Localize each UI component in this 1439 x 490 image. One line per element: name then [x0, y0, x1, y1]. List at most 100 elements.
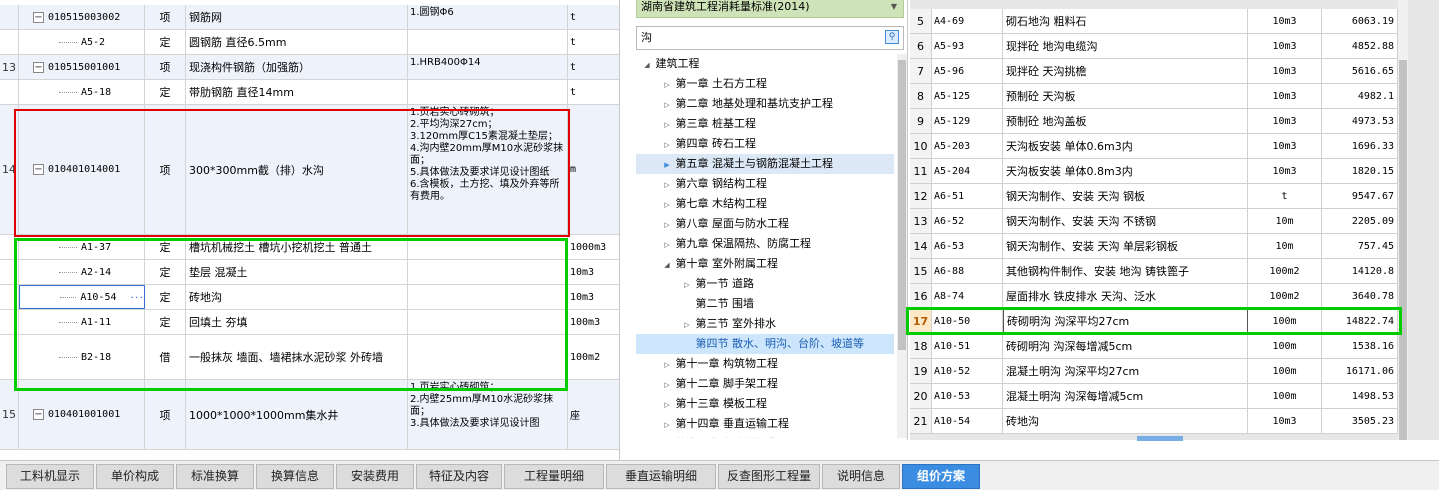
tree-node[interactable]: ▷ 第二章 地基处理和基坑支护工程	[636, 94, 894, 114]
quota-subitem-row[interactable]: A5-18 定带肋钢筋 直径14mm t	[0, 80, 619, 105]
unit-cell[interactable]: t	[568, 55, 619, 79]
tab-3[interactable]: 换算信息	[256, 464, 334, 489]
collapsed-arrow-icon[interactable]: ▷	[662, 355, 672, 375]
quota-row[interactable]: 20 A10-53 混凝土明沟 沟深每增减5cm 100m 1498.53	[910, 384, 1398, 409]
quota-row[interactable]: 12 A6-51 钢天沟制作、安装 天沟 钢板 t 9547.67	[910, 184, 1398, 209]
feature-cell[interactable]: 1.HRB400Φ14	[408, 55, 568, 79]
tree-node[interactable]: ▷ 第十四章 垂直运输工程	[636, 414, 894, 434]
collapsed-arrow-icon[interactable]: ▷	[662, 135, 672, 155]
table-scrollbar[interactable]	[1398, 0, 1408, 440]
quota-row[interactable]: 19 A10-52 混凝土明沟 沟深平均27cm 100m 16171.06	[910, 359, 1398, 384]
tree-node[interactable]: ▷ 第八章 屋面与防水工程	[636, 214, 894, 234]
collapse-icon[interactable]: −	[33, 409, 44, 420]
quota-row[interactable]: 21 A10-54 砖地沟 10m3 3505.23	[910, 409, 1398, 434]
tree-node[interactable]: ▷ 第九章 保温隔热、防腐工程	[636, 234, 894, 254]
collapsed-arrow-icon[interactable]: ▷	[682, 315, 692, 335]
collapse-icon[interactable]: −	[33, 11, 44, 23]
tree-node[interactable]: ▷ 第四章 砖石工程	[636, 134, 894, 154]
tab-8[interactable]: 反查图形工程量	[718, 464, 820, 489]
tab-1[interactable]: 单价构成	[96, 464, 174, 489]
tree-node[interactable]: ◢ 建筑工程	[636, 54, 894, 74]
tree-node[interactable]: 第四节 散水、明沟、台阶、坡道等	[636, 334, 894, 354]
collapsed-arrow-icon[interactable]: ▷	[662, 195, 672, 215]
bill-item-row[interactable]: 13−010515001001 项现浇构件钢筋（加强筋） 1.HRB400Φ14 t	[0, 55, 619, 80]
collapsed-arrow-icon[interactable]: ▷	[662, 435, 672, 438]
collapsed-arrow-icon[interactable]: ▷	[662, 75, 672, 95]
tree-node[interactable]: ▷ 第十一章 构筑物工程	[636, 354, 894, 374]
tab-4[interactable]: 安装费用	[336, 464, 414, 489]
tab-9[interactable]: 说明信息	[822, 464, 900, 489]
unit-cell[interactable]: m	[568, 105, 619, 234]
quota-row[interactable]: 13 A6-52 钢天沟制作、安装 天沟 不锈钢 10m 2205.09	[910, 209, 1398, 234]
unit-cell[interactable]: 100m3	[568, 310, 619, 334]
unit-cell[interactable]: 100m2	[568, 335, 619, 379]
name-cell[interactable]: 带肋钢筋 直径14mm	[186, 80, 408, 104]
quota-row[interactable]: 8 A5-125 预制砼 天沟板 10m3 4982.1	[910, 84, 1398, 109]
collapsed-arrow-icon[interactable]: ▷	[662, 95, 672, 115]
quota-row[interactable]: 16 A8-74 屋面排水 铁皮排水 天沟、泛水 100m2 3640.78	[910, 284, 1398, 309]
collapsed-arrow-icon[interactable]: ▷	[662, 235, 672, 255]
feature-cell[interactable]: 1.圆钢Φ6	[408, 5, 568, 29]
type-cell[interactable]: 定	[145, 80, 186, 104]
code-cell[interactable]: −010515003002	[19, 5, 145, 29]
name-cell[interactable]: 圆钢筋 直径6.5mm	[186, 30, 408, 54]
quota-row[interactable]: 10 A5-203 天沟板安装 单体0.6m3内 10m3 1696.33	[910, 134, 1398, 159]
tab-6[interactable]: 工程量明细	[504, 464, 604, 489]
collapsed-arrow-icon[interactable]: ▷	[662, 415, 672, 435]
type-cell[interactable]: 定	[145, 30, 186, 54]
name-cell[interactable]: 现浇构件钢筋（加强筋）	[186, 55, 408, 79]
quota-row[interactable]: 18 A10-51 砖砌明沟 沟深每增减5cm 100m 1538.16	[910, 334, 1398, 359]
search-filter-icon[interactable]: ⚲	[885, 30, 899, 44]
feature-cell[interactable]	[408, 30, 568, 54]
type-cell[interactable]: 项	[145, 5, 186, 29]
code-cell[interactable]: −010515001001	[19, 55, 145, 79]
tree-node[interactable]: ▷ 第十二章 脚手架工程	[636, 374, 894, 394]
unit-cell[interactable]: t	[568, 80, 619, 104]
tree-node[interactable]: 第二节 围墙	[636, 294, 894, 314]
type-cell[interactable]: 项	[145, 55, 186, 79]
quota-row[interactable]: 11 A5-204 天沟板安装 单体0.8m3内 10m3 1820.15	[910, 159, 1398, 184]
tree-node[interactable]: ▷ 第三节 室外排水	[636, 314, 894, 334]
expanded-arrow-icon[interactable]: ◢	[662, 255, 672, 275]
quota-row[interactable]: 9 A5-129 预制砼 地沟盖板 10m3 4973.53	[910, 109, 1398, 134]
collapsed-arrow-icon[interactable]: ▷	[662, 215, 672, 235]
tree-node[interactable]: ▷ 第七章 木结构工程	[636, 194, 894, 214]
tree-node[interactable]: ▷ 第十三章 模板工程	[636, 394, 894, 414]
tree-scrollbar-thumb[interactable]	[898, 60, 906, 350]
tree-node[interactable]: ◢ 第十章 室外附属工程	[636, 254, 894, 274]
tab-7[interactable]: 垂直运输明细	[606, 464, 716, 489]
quota-row[interactable]: 15 A6-88 其他钢构件制作、安装 地沟 铸铁篦子 100m2 14120.8	[910, 259, 1398, 284]
quota-row[interactable]: 14 A6-53 钢天沟制作、安装 天沟 单层彩钢板 10m 757.45	[910, 234, 1398, 259]
tab-10[interactable]: 组价方案	[902, 464, 980, 489]
quota-row[interactable]: 7 A5-96 现拌砼 天沟挑檐 10m3 5616.65	[910, 59, 1398, 84]
table-scrollbar-thumb[interactable]	[1399, 60, 1407, 440]
tree-scrollbar[interactable]	[897, 54, 907, 438]
quota-subitem-row[interactable]: A5-2 定圆钢筋 直径6.5mm t	[0, 30, 619, 55]
tab-5[interactable]: 特征及内容	[416, 464, 502, 489]
collapsed-arrow-icon[interactable]: ▷	[662, 115, 672, 135]
collapsed-arrow-icon[interactable]: ▷	[662, 175, 672, 195]
expanded-arrow-icon[interactable]: ◢	[642, 55, 652, 75]
name-cell[interactable]: 钢筋网	[186, 5, 408, 29]
tree-node[interactable]: ▶ 第五章 混凝土与钢筋混凝土工程	[636, 154, 894, 174]
unit-cell[interactable]: 10m3	[568, 260, 619, 284]
collapsed-arrow-icon[interactable]: ▷	[662, 395, 672, 415]
unit-cell[interactable]: 1000m3	[568, 235, 619, 259]
tree-node[interactable]: ▷ 第十五章 超高增加费	[636, 434, 894, 438]
tree-node[interactable]: ▷ 第三章 桩基工程	[636, 114, 894, 134]
unit-cell[interactable]: 座	[568, 380, 619, 449]
unit-cell[interactable]: t	[568, 5, 619, 29]
splitter-handle[interactable]	[1137, 436, 1183, 441]
tree-node[interactable]: ▷ 第一节 道路	[636, 274, 894, 294]
bill-item-row[interactable]: −010515003002 项钢筋网 1.圆钢Φ6 t	[0, 5, 619, 30]
tree-node[interactable]: ▷ 第一章 土石方工程	[636, 74, 894, 94]
quota-search-input[interactable]: 沟 ⚲	[636, 26, 904, 50]
tree-node[interactable]: ▷ 第六章 钢结构工程	[636, 174, 894, 194]
unit-cell[interactable]: t	[568, 30, 619, 54]
collapsed-arrow-icon[interactable]: ▷	[662, 375, 672, 395]
quota-row[interactable]: 6 A5-93 现拌砼 地沟电缆沟 10m3 4852.88	[910, 34, 1398, 59]
collapsed-arrow-icon[interactable]: ▶	[662, 155, 672, 175]
collapse-icon[interactable]: −	[33, 61, 44, 73]
code-cell[interactable]: A5-18	[19, 80, 145, 104]
code-cell[interactable]: A5-2	[19, 30, 145, 54]
